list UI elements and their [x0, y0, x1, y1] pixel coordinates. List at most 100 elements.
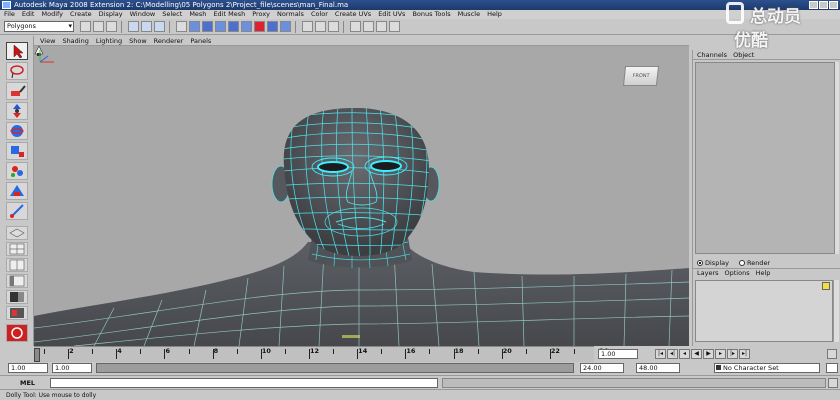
menu-edit-mesh[interactable]: Edit Mesh [213, 10, 245, 19]
menu-color[interactable]: Color [311, 10, 328, 19]
snap-view-plane-icon[interactable] [228, 21, 239, 32]
panel-menu-panels[interactable]: Panels [190, 36, 211, 45]
menu-proxy[interactable]: Proxy [252, 10, 270, 19]
menu-create[interactable]: Create [70, 10, 92, 19]
go-to-start-button[interactable]: |◂ [655, 349, 666, 359]
panel-menu-show[interactable]: Show [129, 36, 147, 45]
menu-select[interactable]: Select [162, 10, 182, 19]
playback-end-field[interactable]: 24.00 [580, 363, 624, 373]
last-tool-button[interactable] [6, 202, 28, 220]
menu-display[interactable]: Display [99, 10, 123, 19]
menu-normals[interactable]: Normals [277, 10, 304, 19]
current-frame-field[interactable]: 1.00 [598, 349, 638, 359]
layout-graph-editor-button[interactable] [6, 290, 28, 304]
select-object-icon[interactable] [141, 21, 152, 32]
play-backwards-button[interactable]: ◀ [691, 349, 702, 359]
menu-edit-uvs[interactable]: Edit UVs [378, 10, 405, 19]
render-current-frame-icon[interactable] [302, 21, 313, 32]
paint-select-tool-button[interactable] [6, 82, 28, 100]
snap-grid-icon[interactable] [189, 21, 200, 32]
layer-menu-options[interactable]: Options [725, 269, 750, 277]
step-forward-key-button[interactable]: |▸ [727, 349, 738, 359]
menu-window[interactable]: Window [130, 10, 156, 19]
select-tool-button[interactable] [6, 42, 28, 60]
go-to-end-button[interactable]: ▸| [739, 349, 750, 359]
play-forwards-button[interactable]: ▶ [703, 349, 714, 359]
lasso-tool-button[interactable] [6, 62, 28, 80]
layout-four-pane-button[interactable] [6, 242, 28, 256]
snap-curve-icon[interactable] [202, 21, 213, 32]
input-ops-icon[interactable] [267, 21, 278, 32]
panel-menu-lighting[interactable]: Lighting [96, 36, 122, 45]
channel-box-toggle-icon[interactable] [389, 21, 400, 32]
panel-menu-renderer[interactable]: Renderer [154, 36, 184, 45]
channel-box-content[interactable] [695, 62, 835, 254]
select-component-icon[interactable] [154, 21, 165, 32]
command-input[interactable] [50, 378, 438, 388]
custom-layout-button[interactable] [6, 324, 28, 342]
new-scene-icon[interactable] [80, 21, 91, 32]
channel-box-scrollbar[interactable] [835, 62, 839, 254]
menu-set-dropdown[interactable]: Polygons [4, 21, 74, 32]
display-layer-radio[interactable]: Display [697, 259, 729, 267]
command-language-label[interactable]: MEL [20, 379, 35, 387]
output-ops-icon[interactable] [280, 21, 291, 32]
layout-single-pane-button[interactable] [6, 226, 28, 240]
playback-start-field[interactable]: 1.00 [52, 363, 92, 373]
render-globals-icon[interactable] [328, 21, 339, 32]
make-live-icon[interactable] [241, 21, 252, 32]
select-handles-icon[interactable] [176, 21, 187, 32]
layer-mode-switch: Display Render [693, 258, 840, 268]
scale-tool-button[interactable] [6, 142, 28, 160]
panel-menu-view[interactable]: View [40, 36, 55, 45]
layer-menu-help[interactable]: Help [756, 269, 771, 277]
open-scene-icon[interactable] [93, 21, 104, 32]
layer-menu-layers[interactable]: Layers [697, 269, 719, 277]
layer-list-scrollbar[interactable] [833, 280, 839, 342]
menu-bonus-tools[interactable]: Bonus Tools [412, 10, 450, 19]
script-editor-button[interactable] [828, 378, 838, 388]
current-time-marker[interactable] [34, 348, 40, 362]
save-scene-icon[interactable] [106, 21, 117, 32]
time-slider[interactable]: 24681012141618202224 [34, 346, 608, 362]
channel-box-menu-channels[interactable]: Channels [697, 50, 727, 59]
animation-end-field[interactable]: 48.00 [636, 363, 680, 373]
menu-file[interactable]: File [4, 10, 15, 19]
soft-mod-tool-button[interactable] [6, 182, 28, 200]
view-cube[interactable]: FRONT [622, 66, 660, 86]
time-slider-tick [381, 349, 383, 354]
menu-help[interactable]: Help [487, 10, 502, 19]
step-back-key-button[interactable]: ◂| [667, 349, 678, 359]
range-slider-bar[interactable] [96, 363, 574, 373]
move-tool-button[interactable] [6, 102, 28, 120]
manipulator-tool-button[interactable] [6, 162, 28, 180]
attribute-editor-icon[interactable] [363, 21, 374, 32]
menu-mesh[interactable]: Mesh [189, 10, 206, 19]
snap-point-icon[interactable] [215, 21, 226, 32]
channel-box-menu-object[interactable]: Object [733, 50, 754, 59]
menu-modify[interactable]: Modify [41, 10, 63, 19]
toggle-panel-icon[interactable] [350, 21, 361, 32]
layout-side-by-side-button[interactable] [6, 258, 28, 272]
animation-start-field[interactable]: 1.00 [8, 363, 48, 373]
menu-create-uvs[interactable]: Create UVs [335, 10, 371, 19]
rotate-tool-button[interactable] [6, 122, 28, 140]
render-layer-radio[interactable]: Render [738, 259, 770, 267]
menu-muscle[interactable]: Muscle [458, 10, 481, 19]
panel-menu-shading[interactable]: Shading [62, 36, 88, 45]
layout-outliner-button[interactable] [6, 274, 28, 288]
perspective-viewport[interactable]: FRONT [34, 46, 689, 346]
history-icon[interactable] [254, 21, 265, 32]
new-layer-icon[interactable] [822, 282, 830, 290]
step-forward-frame-button[interactable]: ▸ [715, 349, 726, 359]
menu-edit[interactable]: Edit [22, 10, 35, 19]
layer-list[interactable] [695, 280, 833, 342]
layout-render-view-button[interactable] [6, 306, 28, 320]
auto-key-button[interactable] [826, 363, 838, 373]
tool-settings-icon[interactable] [376, 21, 387, 32]
animation-preferences-button[interactable] [827, 349, 837, 359]
ipr-render-icon[interactable] [315, 21, 326, 32]
select-hierarchy-icon[interactable] [128, 21, 139, 32]
character-set-dropdown[interactable]: No Character Set [714, 363, 820, 373]
step-back-frame-button[interactable]: ◂ [679, 349, 690, 359]
